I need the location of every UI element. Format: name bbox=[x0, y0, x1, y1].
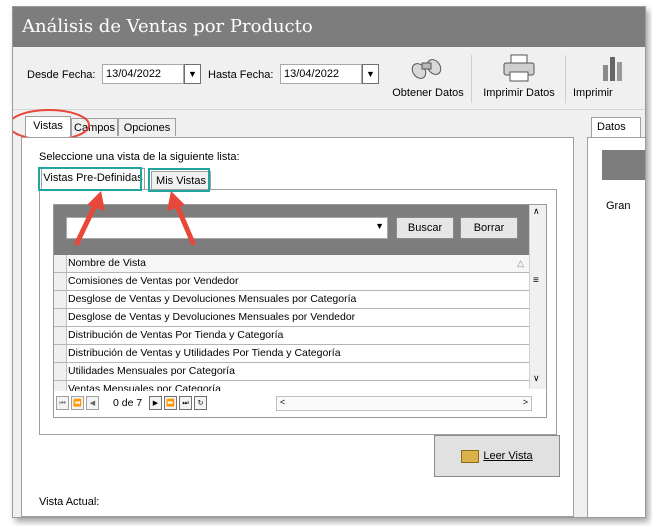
imprimir-grafico-label: Imprimir bbox=[573, 87, 613, 99]
obtener-datos-button[interactable]: Obtener Datos bbox=[389, 53, 467, 99]
borrar-button[interactable]: Borrar bbox=[460, 217, 518, 239]
first-page-button[interactable]: ⏮ bbox=[56, 396, 69, 410]
imprimir-datos-label: Imprimir Datos bbox=[483, 87, 555, 99]
instruction-text: Seleccione una vista de la siguiente lis… bbox=[39, 151, 240, 163]
chart-icon bbox=[603, 57, 622, 81]
column-header-nombre: Nombre de Vista bbox=[68, 257, 147, 269]
chevron-down-icon: ▼ bbox=[375, 221, 384, 231]
window-title: Análisis de Ventas por Producto bbox=[13, 7, 645, 47]
page-indicator: 0 de 7 bbox=[113, 397, 143, 409]
prev-page-fast-button[interactable]: ⏪ bbox=[71, 396, 84, 410]
grid-pager: ⏮ ⏪ ◀ 0 de 7 ▶ ⏩ ⏭ ↻ < > bbox=[54, 393, 532, 413]
imprimir-grafico-button[interactable]: Imprimir bbox=[573, 53, 645, 99]
scroll-right-icon[interactable]: > bbox=[523, 397, 528, 407]
refresh-icon[interactable]: ↻ bbox=[194, 396, 207, 410]
red-arrow-icon bbox=[167, 191, 196, 246]
leer-vista-label: Leer Vista bbox=[483, 450, 533, 462]
desde-fecha-dropdown[interactable]: ▼ bbox=[184, 64, 201, 84]
grid-vertical-scrollbar[interactable]: ∧ ≡ ∨ bbox=[529, 205, 546, 389]
vistas-grid: ▼ Buscar Borrar Nombre de Vista △ Comisi… bbox=[53, 204, 547, 418]
hasta-fecha-input[interactable]: 13/04/2022 bbox=[280, 64, 362, 84]
sort-icon: △ bbox=[517, 258, 524, 268]
app-window: Análisis de Ventas por Producto Desde Fe… bbox=[12, 6, 646, 518]
prev-page-button[interactable]: ◀ bbox=[86, 396, 99, 410]
datos-content: Gran bbox=[587, 137, 645, 517]
binoculars-icon bbox=[411, 59, 442, 79]
datos-panel: Datos Gran bbox=[587, 117, 645, 517]
scroll-up-icon[interactable]: ∧ bbox=[533, 206, 540, 217]
table-row[interactable]: Distribución de Ventas Por Tienda y Cate… bbox=[54, 327, 532, 345]
toolbar-separator bbox=[471, 55, 472, 103]
datos-header-bar bbox=[602, 150, 645, 180]
next-page-button[interactable]: ▶ bbox=[149, 396, 162, 410]
desde-fecha-label: Desde Fecha: bbox=[27, 69, 96, 81]
red-arrow-icon bbox=[74, 191, 105, 246]
grid-horizontal-scrollbar[interactable]: < > bbox=[276, 396, 532, 411]
tab-opciones[interactable]: Opciones bbox=[118, 118, 176, 136]
leer-vista-button[interactable]: Leer Vista bbox=[434, 435, 560, 477]
table-row[interactable]: Desglose de Ventas y Devoluciones Mensua… bbox=[54, 291, 532, 309]
obtener-datos-label: Obtener Datos bbox=[392, 87, 464, 99]
vista-actual-label: Vista Actual: bbox=[39, 496, 100, 508]
last-page-button[interactable]: ⏭ bbox=[179, 396, 192, 410]
grid-search-bar: ▼ Buscar Borrar bbox=[54, 205, 532, 255]
chevron-down-icon: ▼ bbox=[188, 69, 197, 79]
table-row[interactable]: Utilidades Mensuales por Categoría bbox=[54, 363, 532, 381]
buscar-button[interactable]: Buscar bbox=[396, 217, 454, 239]
scroll-left-icon[interactable]: < bbox=[280, 397, 285, 407]
folder-icon bbox=[461, 449, 480, 463]
scroll-grip-icon[interactable]: ≡ bbox=[533, 275, 539, 286]
desde-fecha-input[interactable]: 13/04/2022 bbox=[102, 64, 184, 84]
toolbar: Desde Fecha: 13/04/2022 ▼ Hasta Fecha: 1… bbox=[13, 47, 645, 110]
table-row[interactable]: Ventas Mensuales por Categoría bbox=[54, 381, 532, 391]
hasta-fecha-label: Hasta Fecha: bbox=[208, 69, 274, 81]
scroll-down-icon[interactable]: ∨ bbox=[533, 373, 540, 384]
printer-icon bbox=[503, 54, 535, 82]
hasta-fecha-dropdown[interactable]: ▼ bbox=[362, 64, 379, 84]
imprimir-datos-button[interactable]: Imprimir Datos bbox=[477, 53, 561, 99]
gran-total-label: Gran bbox=[606, 200, 631, 212]
next-page-fast-button[interactable]: ⏩ bbox=[164, 396, 177, 410]
search-combo[interactable]: ▼ bbox=[66, 217, 388, 239]
chevron-down-icon: ▼ bbox=[366, 69, 375, 79]
tab-datos[interactable]: Datos bbox=[591, 117, 641, 138]
table-row[interactable]: Distribución de Ventas y Utilidades Por … bbox=[54, 345, 532, 363]
toolbar-separator bbox=[565, 55, 566, 103]
table-row[interactable]: Comisiones de Ventas por Vendedor bbox=[54, 273, 532, 291]
grid-column-header[interactable]: Nombre de Vista △ bbox=[54, 255, 532, 273]
table-row[interactable]: Desglose de Ventas y Devoluciones Mensua… bbox=[54, 309, 532, 327]
